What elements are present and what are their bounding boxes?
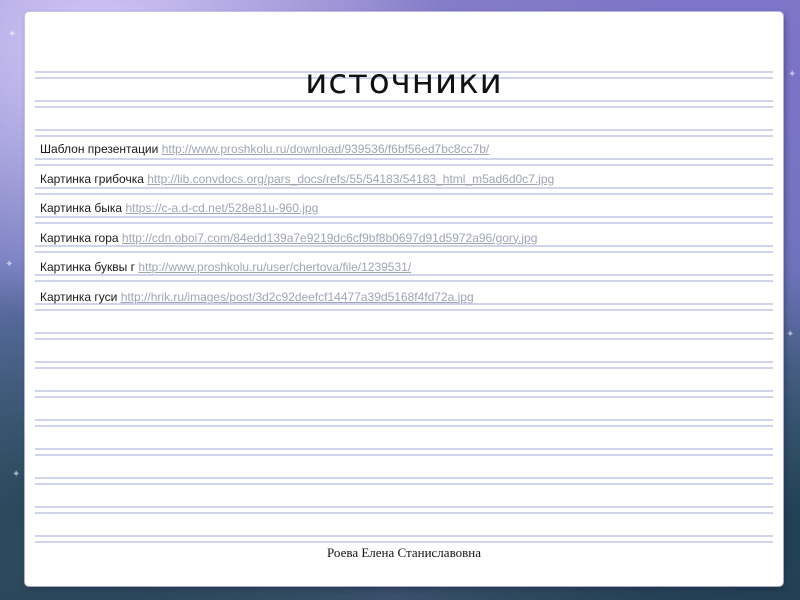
source-label: Картинка буквы г — [40, 260, 135, 274]
source-item: Шаблон презентации http://www.proshkolu.… — [40, 140, 768, 170]
source-label: Картинка гора — [40, 230, 119, 245]
slide-paper: источники Шаблон презентации http://www.… — [25, 12, 783, 586]
source-link[interactable]: https://c-a.d-cd.net/528e81u-960.jpg — [125, 201, 318, 215]
source-link[interactable]: http://lib.convdocs.org/pars_docs/refs/5… — [147, 172, 554, 186]
source-link[interactable]: http://cdn.oboi7.com/84edd139a7e9219dc6c… — [122, 231, 537, 245]
sources-list: Шаблон презентации http://www.proshkolu.… — [40, 140, 768, 317]
source-item: Картинка грибочка http://lib.convdocs.or… — [40, 170, 768, 200]
star-icon: ✦ — [5, 259, 14, 270]
star-icon: ✦ — [788, 69, 797, 80]
source-label: Картинка грибочка — [40, 171, 144, 186]
source-item: Картинка буквы г http://www.proshkolu.ru… — [40, 258, 768, 288]
star-icon: ✦ — [12, 469, 21, 480]
source-item: Картинка гуси http://hrik.ru/images/post… — [40, 288, 768, 318]
source-label: Картинка быка — [40, 201, 123, 215]
star-icon: ✦ — [8, 29, 17, 40]
slide-title: источники — [305, 62, 503, 102]
source-link[interactable]: http://hrik.ru/images/post/3d2c92deefcf1… — [121, 290, 474, 304]
source-link[interactable]: http://www.proshkolu.ru/user/chertova/fi… — [138, 260, 411, 274]
source-link[interactable]: http://www.proshkolu.ru/download/939536/… — [162, 142, 490, 156]
star-icon: ✦ — [786, 329, 795, 340]
source-label: Картинка гуси — [40, 289, 118, 304]
source-label: Шаблон презентации — [40, 142, 159, 156]
source-item: Картинка быка https://c-a.d-cd.net/528e8… — [40, 199, 768, 229]
slide-footer-author: Роева Елена Станиславовна — [327, 545, 481, 560]
source-item: Картинка гора http://cdn.oboi7.com/84edd… — [40, 229, 768, 259]
